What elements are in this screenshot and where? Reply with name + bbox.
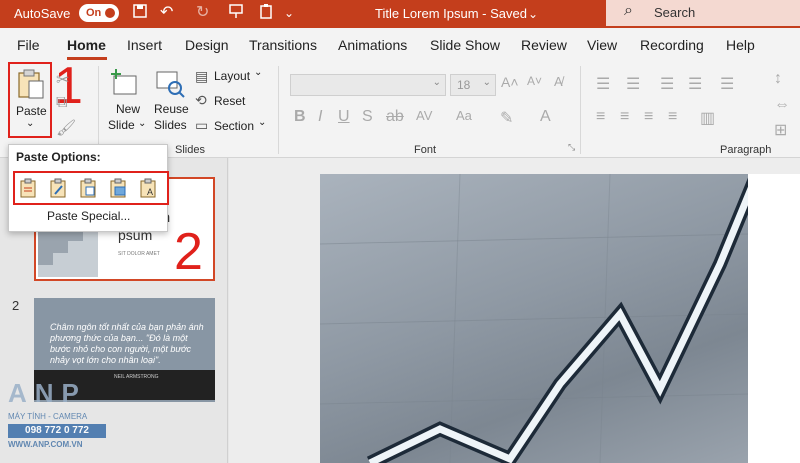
title-chevron-icon[interactable]: ⌄ (528, 4, 538, 24)
paste-options-highlight-box (13, 171, 169, 205)
tab-slide-show[interactable]: Slide Show (430, 37, 500, 53)
tab-review[interactable]: Review (521, 37, 567, 53)
tab-help[interactable]: Help (726, 37, 755, 53)
tab-transitions[interactable]: Transitions (249, 37, 317, 53)
font-name-dropdown[interactable]: ⌄ (290, 74, 446, 96)
slide-2-number: 2 (12, 298, 20, 313)
document-title: Title Lorem Ipsum - Saved (375, 6, 527, 21)
slide-2-author: NEIL ARMSTRONG (114, 374, 159, 380)
increase-indent-icon[interactable]: ☰ (688, 74, 702, 94)
redo-icon[interactable]: ↻ (196, 3, 209, 23)
new-slide-label-2[interactable]: Slide (108, 118, 135, 132)
strikethrough-icon[interactable]: ab (386, 108, 404, 126)
new-slide-label-1[interactable]: New (116, 102, 140, 116)
bold-icon[interactable]: B (294, 108, 306, 126)
customize-chevron-icon[interactable]: ⌄ (284, 3, 294, 23)
smartart-icon[interactable]: ⊞ (774, 120, 787, 140)
watermark-letters: ANP (8, 378, 87, 408)
section-chevron-icon[interactable]: ⌄ (258, 117, 266, 128)
tab-design[interactable]: Design (185, 37, 229, 53)
change-case-icon[interactable]: Aa (456, 108, 472, 123)
paste-special-item[interactable]: Paste Special... (47, 209, 130, 223)
clear-formatting-icon[interactable]: A̸ (554, 74, 563, 89)
step-2-label: 2 (174, 223, 203, 281)
tab-animations[interactable]: Animations (338, 37, 407, 53)
section-icon: ▭ (195, 117, 209, 133)
clipboard-icon[interactable] (258, 3, 274, 25)
new-slide-chevron-icon[interactable]: ⌄ (138, 118, 146, 129)
watermark-phone: 098 772 0 772 (8, 424, 106, 438)
watermark-subtitle: MÁY TÍNH - CAMERA (8, 412, 88, 421)
search-icon: ⌕ (624, 2, 633, 19)
reset-icon: ⟲ (195, 92, 207, 108)
tab-recording[interactable]: Recording (640, 37, 704, 53)
align-left-icon[interactable]: ≡ (596, 108, 605, 126)
slide-background-image (320, 174, 748, 463)
font-size-dropdown[interactable]: 18 ⌄ (450, 74, 496, 96)
paste-options-title: Paste Options: (16, 150, 101, 164)
title-bar: AutoSave On ↶ ↻ ⌄ Title Lorem Ipsum - Sa… (0, 0, 800, 28)
search-box[interactable]: ⌕ Search (606, 0, 800, 26)
menu-bar: File Home Insert Design Transitions Anim… (0, 28, 800, 62)
watermark-website: WWW.ANP.COM.VN (8, 440, 83, 449)
reuse-slides-label-2[interactable]: Slides (154, 118, 187, 132)
justify-icon[interactable]: ≡ (668, 108, 677, 126)
reuse-slides-icon[interactable] (155, 68, 185, 101)
slide-1-subtitle: SIT DOLOR AMET (118, 251, 160, 257)
character-spacing-icon[interactable]: AV (416, 108, 432, 123)
text-direction-icon[interactable]: ↕ (774, 70, 782, 88)
tab-file[interactable]: File (17, 37, 40, 53)
tab-home[interactable]: Home (67, 37, 106, 53)
reset-button[interactable]: Reset (214, 94, 245, 108)
numbering-icon[interactable]: ☰ (626, 74, 640, 94)
highlight-icon[interactable]: ✎ (500, 108, 513, 128)
italic-icon[interactable]: I (318, 108, 322, 126)
tab-view[interactable]: View (587, 37, 617, 53)
bullets-icon[interactable]: ☰ (596, 74, 610, 94)
align-text-icon[interactable]: ⇔ (774, 96, 790, 114)
columns-icon[interactable]: ▥ (700, 108, 715, 128)
autosave-label: AutoSave (14, 6, 71, 21)
paste-options-popup: Paste Options: A Paste Special... (8, 144, 169, 232)
new-slide-icon[interactable] (110, 68, 140, 101)
paragraph-group-label: Paragraph (720, 144, 772, 156)
format-painter-icon[interactable]: 🖌 (56, 118, 76, 138)
present-icon[interactable] (228, 3, 244, 25)
align-right-icon[interactable]: ≡ (644, 108, 653, 126)
font-group-label: Font (414, 144, 437, 156)
line-spacing-icon[interactable]: ☰ (720, 74, 734, 94)
align-center-icon[interactable]: ≡ (620, 108, 629, 126)
reuse-slides-label-1[interactable]: Reuse (154, 102, 189, 116)
slides-group-label: Slides (175, 144, 205, 156)
anp-watermark-logo: ANP MÁY TÍNH - CAMERA 098 772 0 772 WWW.… (8, 378, 112, 458)
decrease-font-icon[interactable]: A˅ (527, 74, 542, 88)
slide-2-quote: Châm ngôn tốt nhất của bạn phản ánh phươ… (50, 322, 204, 365)
underline-icon[interactable]: U (338, 108, 350, 126)
decrease-indent-icon[interactable]: ☰ (660, 74, 674, 94)
section-button[interactable]: Section (214, 119, 254, 133)
copy-icon[interactable]: ⧉ (56, 94, 67, 112)
tab-insert[interactable]: Insert (127, 37, 162, 53)
autosave-toggle[interactable]: On (79, 4, 119, 22)
cut-icon[interactable]: ✂ (56, 70, 69, 90)
layout-chevron-icon[interactable]: ⌄ (254, 67, 262, 78)
save-icon[interactable] (132, 3, 148, 25)
increase-font-icon[interactable]: A˄ (501, 74, 519, 90)
paste-highlight-box (8, 62, 52, 138)
font-color-icon[interactable]: A (540, 108, 551, 126)
layout-button[interactable]: Layout (214, 69, 250, 83)
undo-icon[interactable]: ↶ (160, 3, 173, 23)
search-placeholder: Search (654, 5, 696, 20)
layout-icon: ▤ (195, 68, 209, 84)
shadow-icon[interactable]: S (362, 108, 373, 126)
font-dialog-launcher-icon[interactable]: ⤡ (568, 142, 575, 153)
